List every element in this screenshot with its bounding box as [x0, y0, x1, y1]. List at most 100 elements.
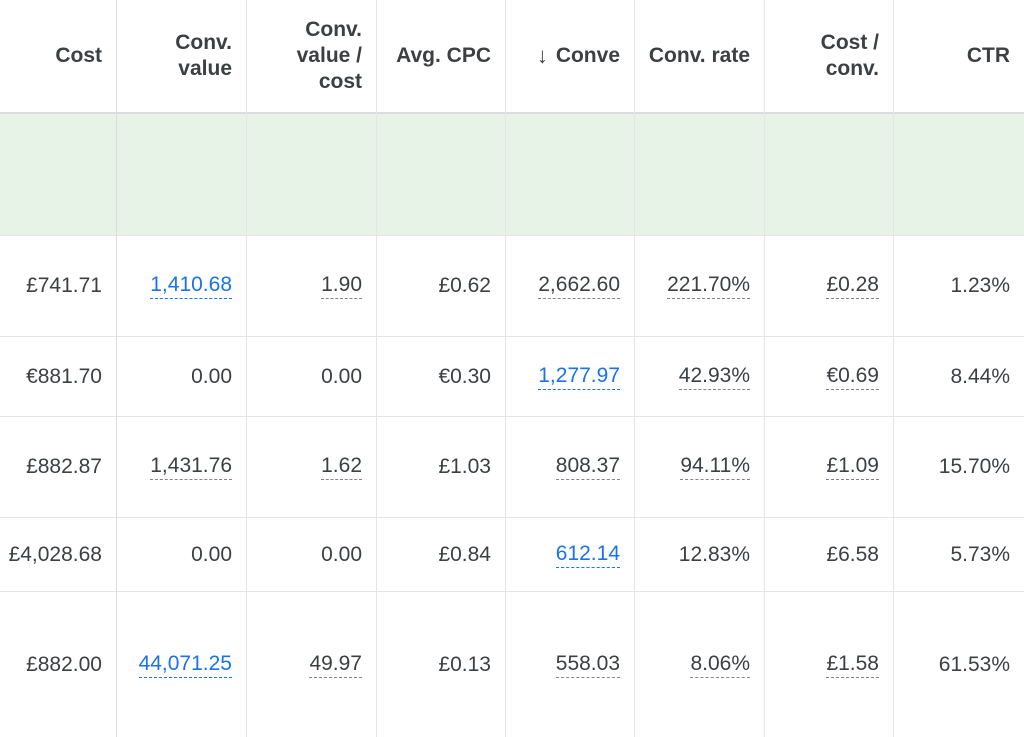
cell-value[interactable]: £0.28	[826, 273, 879, 299]
cell-value: 0.00	[321, 364, 362, 388]
column-header-conv-rate[interactable]: Conv. rate	[634, 0, 764, 112]
cell-value: €0.30	[438, 364, 491, 388]
table-row: £741.71 1,410.68 1.90 £0.62 2,662.60 221…	[0, 236, 1024, 336]
column-divider[interactable]	[376, 0, 377, 737]
cell-value: 0.00	[191, 542, 232, 566]
column-header-cost[interactable]: Cost	[0, 0, 116, 112]
cell-value[interactable]: €0.69	[826, 364, 879, 390]
cell-ctr: 15.70%	[893, 417, 1024, 517]
cell-value[interactable]: 8.06%	[690, 652, 750, 678]
cell-ctr: 61.53%	[893, 592, 1024, 737]
cell-conv-value: 0.00	[116, 337, 246, 416]
cell-value[interactable]: 808.37	[555, 454, 620, 480]
cell-value: £0.13	[438, 652, 491, 676]
cell-value[interactable]: 2,662.60	[538, 273, 620, 299]
cell-value[interactable]: 94.11%	[680, 454, 750, 480]
cell-value: £4,028.68	[8, 542, 102, 566]
cell-value: £741.71	[26, 274, 102, 297]
cell-value[interactable]: 1.62	[321, 454, 362, 480]
cell-value: 15.70%	[938, 455, 1010, 478]
cell-value: £0.62	[438, 274, 491, 297]
cell-value: £882.00	[26, 652, 102, 676]
column-header-label: CTR	[966, 44, 1010, 67]
cell-conv-rate: 12.83%	[634, 518, 764, 591]
cell-value[interactable]: 49.97	[309, 652, 362, 678]
cell-value: 1.23%	[950, 274, 1010, 297]
metrics-table: Cost Conv. value Conv. value / cost Avg.…	[0, 0, 1024, 737]
cell-value[interactable]: 1,431.76	[150, 454, 232, 480]
cell-avg-cpc: €0.30	[376, 337, 505, 416]
row-divider	[0, 235, 1024, 236]
cell-conv-rate: 42.93%	[634, 337, 764, 416]
column-divider[interactable]	[634, 0, 635, 737]
cell-conv-rate: 94.11%	[634, 417, 764, 517]
column-header-label: Conve	[555, 44, 620, 67]
cell-avg-cpc: £0.62	[376, 236, 505, 336]
row-divider	[0, 416, 1024, 417]
cell-value: 0.00	[321, 542, 362, 566]
cell-value: 0.00	[191, 364, 232, 388]
cell-value: 8.44%	[950, 364, 1010, 388]
row-divider	[0, 517, 1024, 518]
column-header-label: Cost	[55, 44, 102, 67]
cell-value[interactable]: 1,410.68	[150, 273, 232, 299]
cell-conv-value-cost: 0.00	[246, 518, 376, 591]
cell-avg-cpc: £1.03	[376, 417, 505, 517]
column-divider[interactable]	[246, 0, 247, 737]
row-divider	[0, 591, 1024, 592]
column-divider[interactable]	[116, 0, 117, 737]
cell-cost: £4,028.68	[0, 518, 116, 591]
cell-conv-value: 1,431.76	[116, 417, 246, 517]
cell-conv-rate: 8.06%	[634, 592, 764, 737]
header-divider	[0, 112, 1024, 114]
cell-avg-cpc: £0.13	[376, 592, 505, 737]
cell-value[interactable]: £1.09	[826, 454, 879, 480]
cell-value[interactable]: 1.90	[321, 273, 362, 299]
arrow-down-icon: ↓	[536, 43, 548, 68]
cell-value[interactable]: £1.58	[826, 652, 879, 678]
table-row: £882.00 44,071.25 49.97 £0.13 558.03 8.0…	[0, 592, 1024, 737]
cell-conv-value-cost: 0.00	[246, 337, 376, 416]
column-header-label: Conv. rate	[648, 44, 750, 67]
cell-value: £882.87	[26, 455, 102, 478]
column-header-cost-per-conv[interactable]: Cost / conv.	[764, 0, 893, 112]
column-header-conv-value-cost[interactable]: Conv. value / cost	[246, 0, 376, 112]
column-header-ctr[interactable]: CTR	[893, 0, 1024, 112]
table-row: €881.70 0.00 0.00 €0.30 1,277.97 42.93% …	[0, 337, 1024, 416]
cell-value: £1.03	[438, 455, 491, 478]
cell-cost-per-conv: €0.69	[764, 337, 893, 416]
cell-avg-cpc: £0.84	[376, 518, 505, 591]
cell-cost: €881.70	[0, 337, 116, 416]
cell-value: 12.83%	[678, 542, 750, 566]
cell-ctr: 8.44%	[893, 337, 1024, 416]
column-header-conv-value[interactable]: Conv. value	[116, 0, 246, 112]
cell-conversions: 558.03	[505, 592, 634, 737]
cell-value: €881.70	[26, 364, 102, 388]
column-divider[interactable]	[893, 0, 894, 737]
cell-value: 5.73%	[950, 542, 1010, 566]
cell-value: 61.53%	[938, 652, 1010, 676]
cell-conv-rate: 221.70%	[634, 236, 764, 336]
cell-value[interactable]: 42.93%	[678, 364, 750, 390]
column-header-avg-cpc[interactable]: Avg. CPC	[376, 0, 505, 112]
column-header-label: Conv. value / cost	[296, 18, 362, 93]
table-row: £882.87 1,431.76 1.62 £1.03 808.37 94.11…	[0, 417, 1024, 517]
cell-conv-value: 1,410.68	[116, 236, 246, 336]
column-divider[interactable]	[764, 0, 765, 737]
cell-conv-value: 0.00	[116, 518, 246, 591]
column-header-conversions[interactable]: ↓ Conve	[505, 0, 634, 112]
cell-value[interactable]: 44,071.25	[138, 652, 232, 678]
cell-conversions: 612.14	[505, 518, 634, 591]
table-row: £4,028.68 0.00 0.00 £0.84 612.14 12.83% …	[0, 518, 1024, 591]
cell-value[interactable]: 221.70%	[667, 273, 750, 299]
cell-conv-value: 44,071.25	[116, 592, 246, 737]
cell-value[interactable]: 1,277.97	[538, 364, 620, 390]
cell-value[interactable]: 612.14	[555, 542, 620, 568]
column-header-label: Avg. CPC	[396, 44, 491, 67]
cell-conv-value-cost: 1.90	[246, 236, 376, 336]
cell-value[interactable]: 558.03	[555, 652, 620, 678]
cell-conversions: 2,662.60	[505, 236, 634, 336]
cell-ctr: 5.73%	[893, 518, 1024, 591]
column-divider[interactable]	[505, 0, 506, 737]
cell-conversions: 1,277.97	[505, 337, 634, 416]
